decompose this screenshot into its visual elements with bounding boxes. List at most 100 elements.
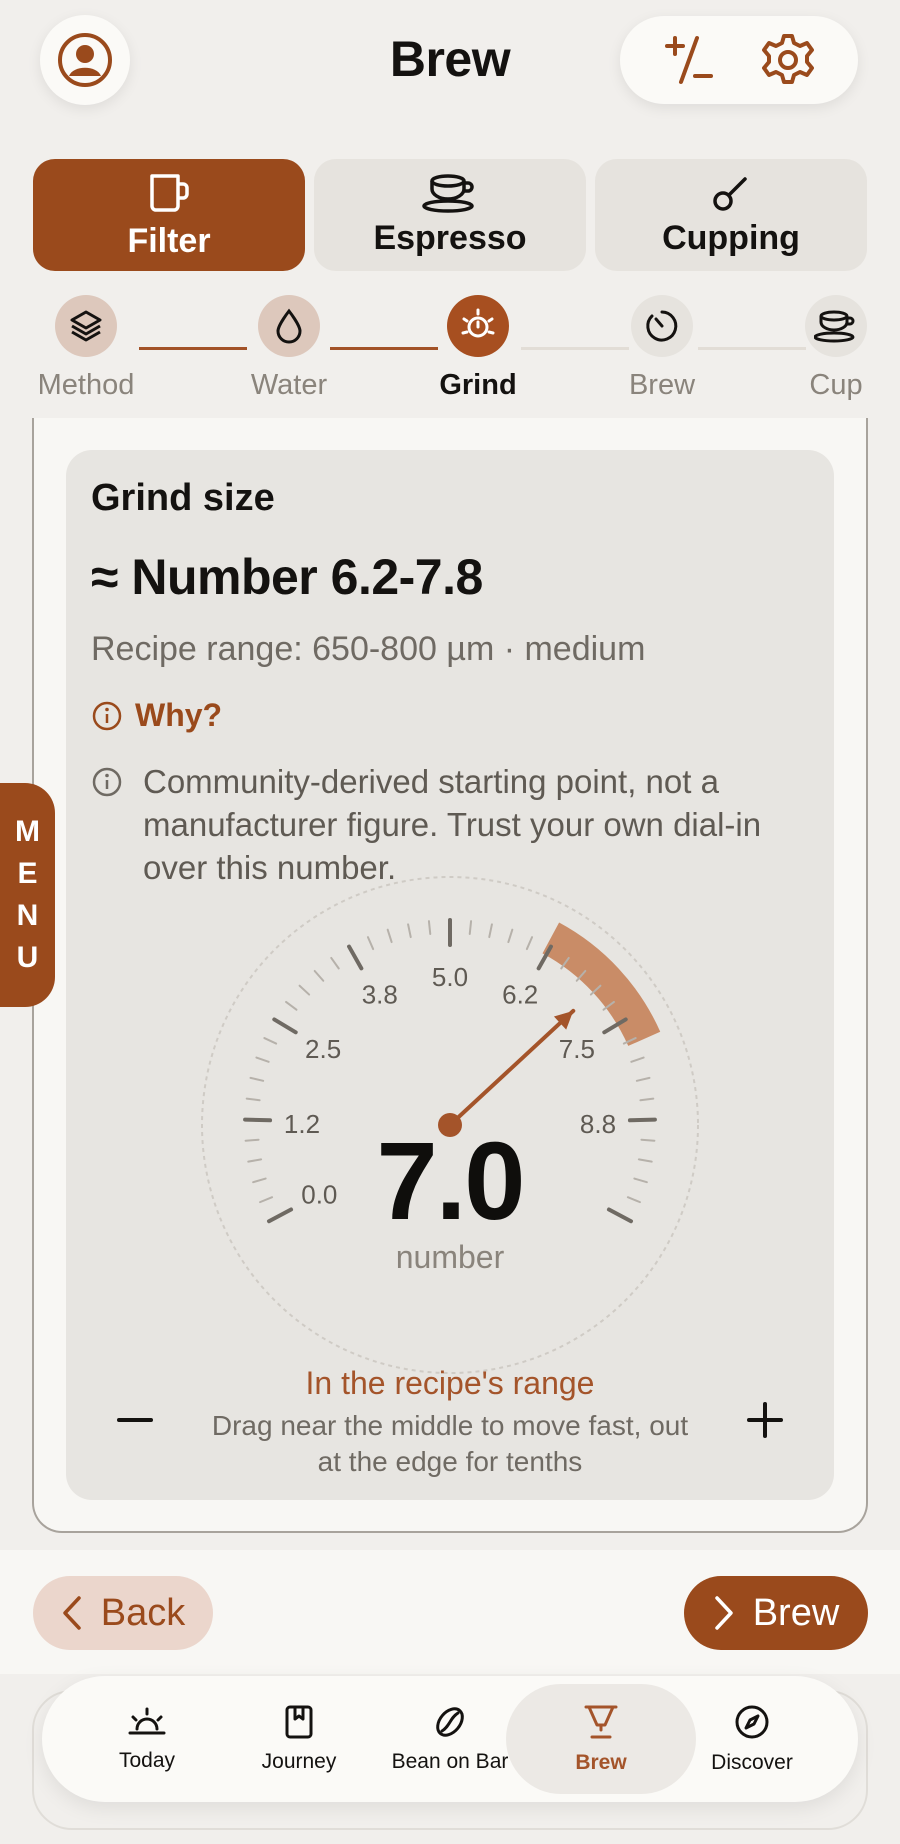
profile-button[interactable]	[40, 15, 130, 105]
back-button[interactable]: Back	[33, 1576, 213, 1650]
dial-hint: Drag near the middle to move fast, out a…	[211, 1410, 689, 1477]
bean-icon	[436, 1707, 464, 1737]
layers-icon	[70, 310, 102, 342]
increment-button[interactable]	[730, 1385, 800, 1455]
dial-minor-tick	[407, 923, 412, 939]
decrement-button[interactable]	[100, 1385, 170, 1455]
sunrise-icon	[128, 1707, 166, 1735]
step-method[interactable]: Method	[16, 295, 156, 402]
tab-filter[interactable]: Filter	[33, 159, 305, 271]
nav-today[interactable]: Today	[71, 1684, 223, 1794]
step-brew-circle	[631, 295, 693, 357]
nav-brew[interactable]: Brew	[525, 1684, 677, 1794]
note-text: Community-derived starting point, not a …	[143, 763, 762, 886]
step-method-circle	[55, 295, 117, 357]
dial-minor-tick	[263, 1037, 278, 1045]
dial-minor-tick	[468, 920, 473, 936]
dial-tick-label: 7.5	[559, 1034, 595, 1064]
grind-note: Community-derived starting point, not a …	[91, 760, 811, 889]
mug-icon	[150, 173, 189, 212]
dial-minor-tick	[330, 956, 340, 970]
recipe-range: Recipe range: 650-800 µm · medium	[91, 630, 646, 668]
dial-minor-tick	[247, 1158, 263, 1163]
plus-icon	[747, 1402, 783, 1438]
dial-major-tick	[272, 1017, 298, 1035]
water-drop-icon	[276, 308, 302, 344]
cup-icon	[814, 310, 855, 343]
dial-minor-tick	[488, 923, 493, 939]
dial-minor-tick	[630, 1056, 645, 1063]
dial-major-tick	[266, 1207, 294, 1224]
nav-label: Journey	[261, 1750, 337, 1773]
nav-label: Brew	[575, 1751, 627, 1774]
nav-journey[interactable]: Journey	[223, 1684, 375, 1794]
dial-minor-tick	[244, 1138, 260, 1142]
step-water-circle	[258, 295, 320, 357]
side-menu-letter: E	[17, 857, 38, 890]
tab-label: Filter	[127, 221, 211, 260]
dial-unit: number	[395, 1239, 505, 1275]
dial-needle	[448, 1008, 576, 1127]
back-label: Back	[100, 1591, 186, 1634]
dial-major-tick	[243, 1117, 273, 1123]
plus-minus-icon[interactable]	[661, 32, 717, 88]
header-actions	[620, 16, 858, 104]
dial-minor-tick	[507, 928, 514, 944]
step-label: Cup	[809, 369, 863, 401]
step-grind-circle	[447, 295, 509, 357]
info-icon	[92, 767, 122, 797]
chevron-right-icon	[714, 1596, 733, 1630]
dial-minor-tick	[639, 1097, 655, 1102]
dial-tick-label: 5.0	[432, 962, 468, 992]
dial-minor-tick	[245, 1097, 261, 1102]
dial-minor-tick	[259, 1196, 274, 1204]
step-water[interactable]: Water	[219, 295, 359, 402]
side-menu-tab[interactable]: MENU	[0, 783, 55, 1007]
dial-minor-tick	[285, 1000, 298, 1011]
dial-major-tick	[347, 944, 364, 971]
tab-cupping[interactable]: Cupping	[595, 159, 867, 271]
why-label: Why?	[135, 697, 223, 733]
dial-minor-tick	[255, 1056, 270, 1063]
nav-bean-on-bar[interactable]: Bean on Bar	[374, 1684, 526, 1794]
step-label: Method	[37, 369, 135, 401]
dial-minor-tick	[252, 1177, 267, 1184]
compass-icon	[735, 1705, 769, 1739]
timer-icon	[646, 310, 678, 342]
dial-minor-tick	[637, 1158, 653, 1163]
dial-minor-tick	[313, 969, 325, 982]
dial-tick-label: 2.5	[305, 1034, 341, 1064]
dial-minor-tick	[525, 936, 534, 951]
dripper-icon	[584, 1705, 618, 1739]
page-title: Brew	[389, 31, 511, 87]
nav-discover[interactable]: Discover	[676, 1684, 828, 1794]
chevron-left-icon	[63, 1596, 81, 1630]
dial-minor-tick	[427, 920, 432, 936]
step-cup[interactable]: Cup	[766, 295, 900, 402]
step-label: Water	[250, 369, 328, 401]
nav-label: Discover	[711, 1751, 793, 1774]
nav-label: Bean on Bar	[391, 1750, 509, 1773]
cupping-spoon-icon	[713, 176, 747, 211]
step-grind[interactable]: Grind	[408, 295, 548, 402]
why-link[interactable]: Why?	[91, 697, 222, 734]
dial-minor-tick	[386, 928, 393, 944]
dial-minor-tick	[633, 1177, 648, 1184]
side-menu-letter: M	[15, 815, 40, 848]
step-label: Grind	[439, 369, 517, 401]
nav-label: Today	[118, 1749, 176, 1772]
grind-size-label: Grind size	[91, 477, 275, 519]
tab-espresso[interactable]: Espresso	[314, 159, 586, 271]
dial-major-tick	[606, 1207, 634, 1224]
step-label: Brew	[628, 369, 696, 401]
step-brew[interactable]: Brew	[592, 295, 732, 402]
side-menu-letter: U	[16, 941, 39, 974]
dial-minor-tick	[249, 1076, 265, 1082]
journal-icon	[285, 1705, 313, 1739]
next-brew-button[interactable]: Brew	[684, 1576, 868, 1650]
gear-icon[interactable]	[758, 30, 818, 90]
dial-current-value: 7.0	[376, 1120, 526, 1243]
dial-tick-label: 6.2	[502, 980, 538, 1010]
dial-minor-tick	[626, 1196, 641, 1204]
side-menu-letter: N	[16, 899, 39, 932]
